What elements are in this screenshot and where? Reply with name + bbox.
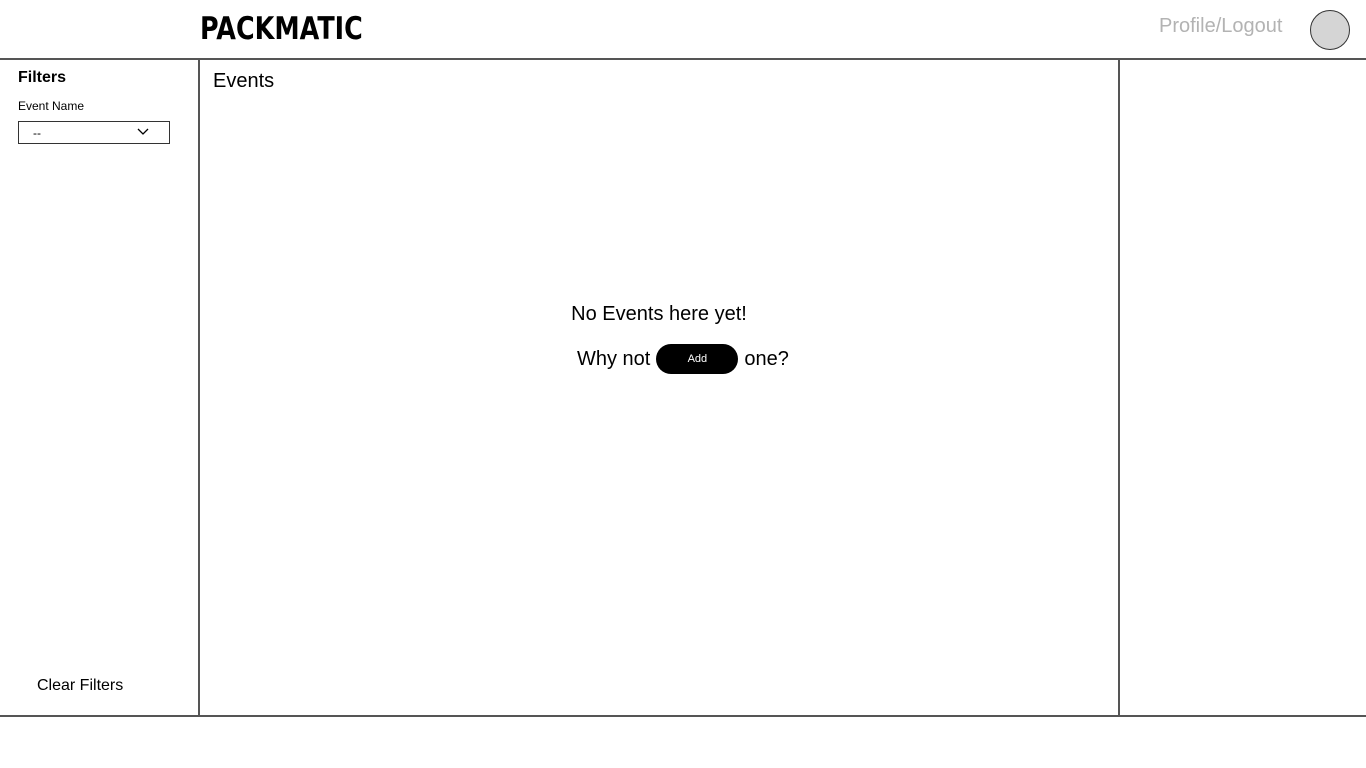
page-title: Events: [213, 70, 275, 92]
empty-state-prefix: Why not: [577, 347, 651, 370]
filters-title: Filters: [18, 69, 67, 86]
profile-logout-link[interactable]: Profile/Logout: [1159, 14, 1282, 38]
empty-state-prompt: Why not Add one?: [577, 344, 789, 374]
app-logo[interactable]: PACKMATIC: [200, 10, 363, 48]
footer-divider: [0, 715, 1366, 717]
empty-state-heading: No Events here yet!: [571, 303, 747, 325]
right-panel: [1120, 60, 1366, 716]
add-event-button[interactable]: Add: [656, 344, 739, 374]
chevron-down-icon: [137, 128, 149, 135]
app-root: PACKMATIC Profile/Logout Filters Event N…: [0, 0, 1366, 768]
header: PACKMATIC Profile/Logout: [0, 0, 1366, 60]
event-name-select[interactable]: --: [18, 121, 170, 144]
event-name-label: Event Name: [18, 99, 85, 113]
empty-state-suffix: one?: [744, 347, 789, 370]
event-name-select-value: --: [33, 126, 41, 140]
events-main-panel: Events No Events here yet! Why not Add o…: [200, 60, 1120, 716]
avatar[interactable]: [1310, 10, 1350, 50]
filters-sidebar: Filters Event Name -- Clear Filters: [0, 60, 200, 716]
clear-filters-button[interactable]: Clear Filters: [37, 676, 123, 696]
